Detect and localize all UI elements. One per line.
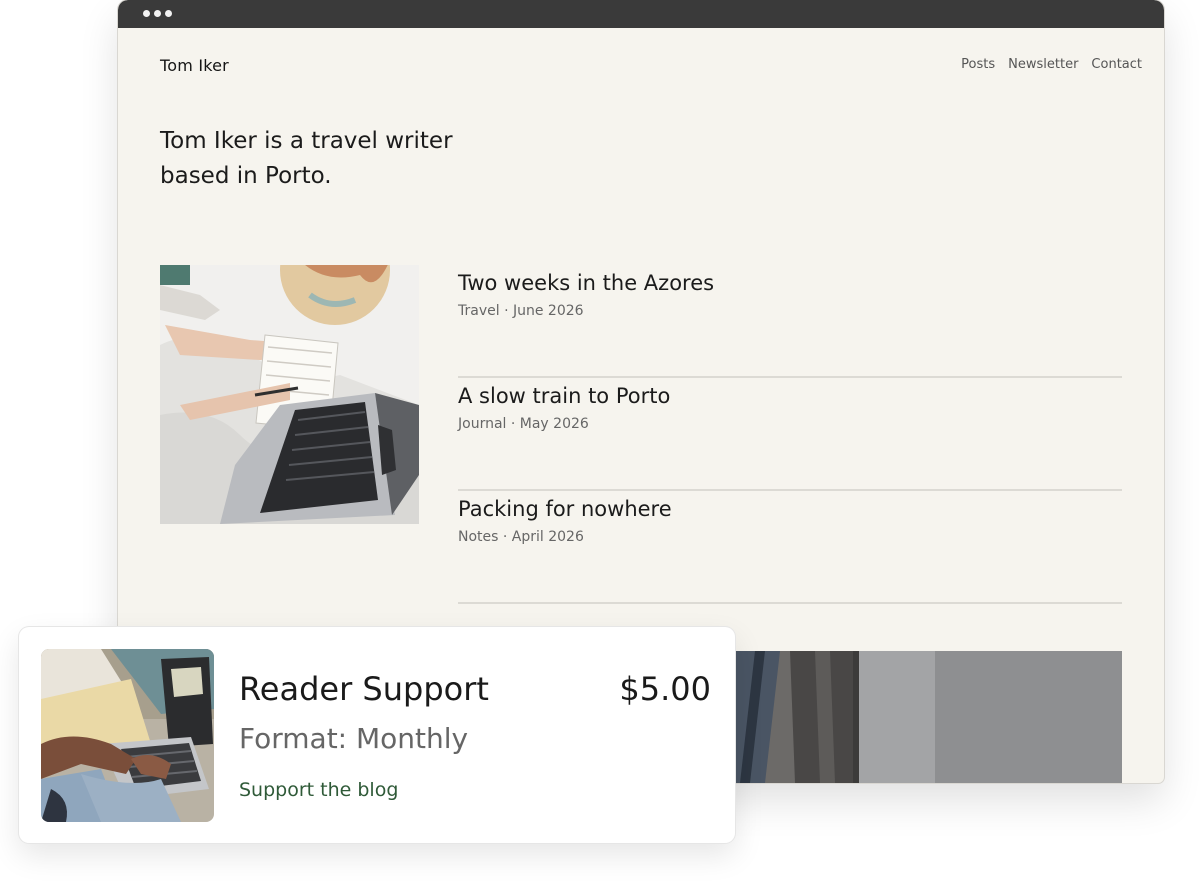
- site-title[interactable]: Tom Iker: [160, 56, 229, 75]
- dot-icon: [165, 10, 172, 17]
- post-title[interactable]: A slow train to Porto: [458, 384, 1122, 408]
- post-meta: Notes · April 2026: [458, 529, 584, 545]
- main-nav: Posts Newsletter Contact: [961, 57, 1142, 72]
- browser-titlebar: [118, 0, 1164, 28]
- post-title[interactable]: Packing for nowhere: [458, 497, 1122, 521]
- card-price: $5.00: [619, 670, 711, 708]
- post-list: Two weeks in the Azores Travel · June 20…: [458, 265, 1122, 604]
- card-image: [41, 649, 214, 822]
- nav-contact[interactable]: Contact: [1091, 57, 1142, 72]
- post-item[interactable]: A slow train to Porto Journal · May 2026: [458, 378, 1122, 491]
- support-card: Reader Support $5.00 Format: Monthly Sup…: [19, 627, 735, 843]
- three-dots-icon[interactable]: [143, 10, 172, 17]
- support-blog-link[interactable]: Support the blog: [239, 779, 398, 801]
- hero-image: [160, 265, 419, 524]
- nav-newsletter[interactable]: Newsletter: [1008, 57, 1078, 72]
- card-title: Reader Support: [239, 670, 489, 708]
- post-title[interactable]: Two weeks in the Azores: [458, 271, 1122, 295]
- post-item[interactable]: Two weeks in the Azores Travel · June 20…: [458, 265, 1122, 378]
- featured-image: [735, 651, 1122, 783]
- post-item[interactable]: Packing for nowhere Notes · April 2026: [458, 491, 1122, 604]
- post-meta: Travel · June 2026: [458, 303, 584, 319]
- nav-posts[interactable]: Posts: [961, 57, 995, 72]
- post-meta: Journal · May 2026: [458, 416, 589, 432]
- intro-text: Tom Iker is a travel writer based in Por…: [160, 128, 453, 189]
- dot-icon: [154, 10, 161, 17]
- card-format: Format: Monthly: [239, 722, 469, 755]
- dot-icon: [143, 10, 150, 17]
